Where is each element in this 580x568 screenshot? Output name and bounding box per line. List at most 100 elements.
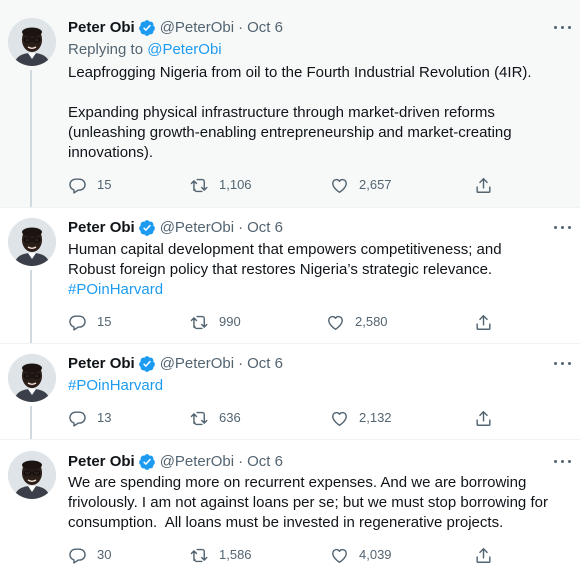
more-options-icon[interactable] <box>552 354 574 374</box>
share-icon <box>474 546 493 565</box>
tweet-4[interactable]: Peter Obi @PeterObi · Oct 6 We are spend… <box>0 440 580 568</box>
tweet-actions: 15 1,106 2,657 <box>68 175 498 195</box>
reply-count: 15 <box>97 314 112 329</box>
tweet-date[interactable]: Oct 6 <box>247 18 283 38</box>
thread-connector <box>30 406 32 439</box>
like-count: 2,580 <box>355 314 388 329</box>
tweet-line: frivolously. I am not against loans per … <box>68 494 548 511</box>
like-icon <box>330 409 349 428</box>
author-handle[interactable]: @PeterObi <box>160 354 234 374</box>
tweet-actions: 15 990 2,580 <box>68 312 498 332</box>
like-count: 2,132 <box>359 410 392 425</box>
like-button[interactable]: 4,039 <box>330 545 392 565</box>
reply-count: 30 <box>97 547 112 562</box>
tweet-actions: 30 1,586 4,039 <box>68 545 498 565</box>
tweet-header: Peter Obi @PeterObi · Oct 6 <box>68 18 283 38</box>
retweet-count: 1,586 <box>219 547 252 562</box>
tweet-text: Leapfrogging Nigeria from oil to the Fou… <box>68 63 558 163</box>
more-options-icon[interactable] <box>552 218 574 238</box>
separator: · <box>238 453 244 470</box>
replying-to-link[interactable]: @PeterObi <box>147 41 221 58</box>
thread-connector <box>30 270 32 343</box>
retweet-icon <box>190 546 209 565</box>
retweet-count: 990 <box>219 314 241 329</box>
replying-to: Replying to @PeterObi <box>68 40 222 60</box>
avatar[interactable] <box>8 18 56 66</box>
author-name[interactable]: Peter Obi <box>68 354 135 374</box>
more-options-icon[interactable] <box>552 18 574 38</box>
retweet-icon <box>190 176 209 195</box>
retweet-icon <box>190 313 209 332</box>
tweet-header: Peter Obi @PeterObi · Oct 6 <box>68 354 283 374</box>
avatar[interactable] <box>8 218 56 266</box>
like-button[interactable]: 2,580 <box>326 312 388 332</box>
retweet-button[interactable]: 1,586 <box>190 545 252 565</box>
retweet-icon <box>190 409 209 428</box>
tweet-line: We are spending more on recurrent expens… <box>68 474 527 491</box>
tweet-text: Human capital development that empowers … <box>68 240 558 300</box>
reply-count: 15 <box>97 177 112 192</box>
tweet-date[interactable]: Oct 6 <box>247 452 283 472</box>
author-name[interactable]: Peter Obi <box>68 452 135 472</box>
reply-button[interactable]: 30 <box>68 545 111 565</box>
like-icon <box>330 546 349 565</box>
tweet-line: (unleashing growth-enabling entrepreneur… <box>68 124 512 141</box>
thread-connector <box>30 70 32 207</box>
tweet-line: Human capital development that empowers … <box>68 241 502 258</box>
like-button[interactable]: 2,657 <box>330 175 392 195</box>
reply-button[interactable]: 15 <box>68 175 111 195</box>
hashtag-link[interactable]: #POinHarvard <box>68 376 558 396</box>
share-button[interactable] <box>474 312 493 332</box>
tweet-paragraph: Leapfrogging Nigeria from oil to the Fou… <box>68 64 532 81</box>
tweet-1[interactable]: Peter Obi @PeterObi · Oct 6 Replying to … <box>0 0 580 207</box>
author-name[interactable]: Peter Obi <box>68 218 135 238</box>
replying-to-label: Replying to <box>68 41 144 58</box>
reply-button[interactable]: 13 <box>68 408 111 428</box>
like-count: 2,657 <box>359 177 392 192</box>
separator: · <box>238 355 244 372</box>
tweet-actions: 13 636 2,132 <box>68 408 498 428</box>
like-button[interactable]: 2,132 <box>330 408 392 428</box>
reply-button[interactable]: 15 <box>68 312 111 332</box>
author-handle[interactable]: @PeterObi <box>160 18 234 38</box>
separator: · <box>238 19 244 36</box>
author-handle[interactable]: @PeterObi <box>160 452 234 472</box>
tweet-line: consumption. All loans must be invested … <box>68 514 504 531</box>
tweet-header: Peter Obi @PeterObi · Oct 6 <box>68 218 283 238</box>
share-button[interactable] <box>474 408 493 428</box>
tweet-line: Robust foreign policy that restores Nige… <box>68 261 493 278</box>
retweet-count: 1,106 <box>219 177 252 192</box>
share-icon <box>474 313 493 332</box>
author-name[interactable]: Peter Obi <box>68 18 135 38</box>
reply-icon <box>68 546 87 565</box>
tweet-header: Peter Obi @PeterObi · Oct 6 <box>68 452 283 472</box>
share-icon <box>474 176 493 195</box>
reply-icon <box>68 313 87 332</box>
author-handle[interactable]: @PeterObi <box>160 218 234 238</box>
tweet-date[interactable]: Oct 6 <box>247 218 283 238</box>
share-icon <box>474 409 493 428</box>
tweet-line: Expanding physical infrastructure throug… <box>68 104 495 121</box>
share-button[interactable] <box>474 175 493 195</box>
like-icon <box>326 313 345 332</box>
verified-badge-icon <box>138 453 156 471</box>
reply-icon <box>68 409 87 428</box>
tweet-text: We are spending more on recurrent expens… <box>68 473 568 533</box>
avatar[interactable] <box>8 354 56 402</box>
avatar[interactable] <box>8 451 56 499</box>
more-options-icon[interactable] <box>552 452 574 472</box>
tweet-3[interactable]: Peter Obi @PeterObi · Oct 6 #POinHarvard… <box>0 344 580 439</box>
retweet-button[interactable]: 990 <box>190 312 241 332</box>
tweet-date[interactable]: Oct 6 <box>247 354 283 374</box>
like-icon <box>330 176 349 195</box>
verified-badge-icon <box>138 355 156 373</box>
reply-icon <box>68 176 87 195</box>
verified-badge-icon <box>138 19 156 37</box>
share-button[interactable] <box>474 545 493 565</box>
like-count: 4,039 <box>359 547 392 562</box>
tweet-2[interactable]: Peter Obi @PeterObi · Oct 6 Human capita… <box>0 208 580 343</box>
hashtag-link[interactable]: #POinHarvard <box>68 280 558 300</box>
retweet-button[interactable]: 1,106 <box>190 175 252 195</box>
tweet-thread: Peter Obi @PeterObi · Oct 6 Replying to … <box>0 0 580 568</box>
retweet-button[interactable]: 636 <box>190 408 241 428</box>
